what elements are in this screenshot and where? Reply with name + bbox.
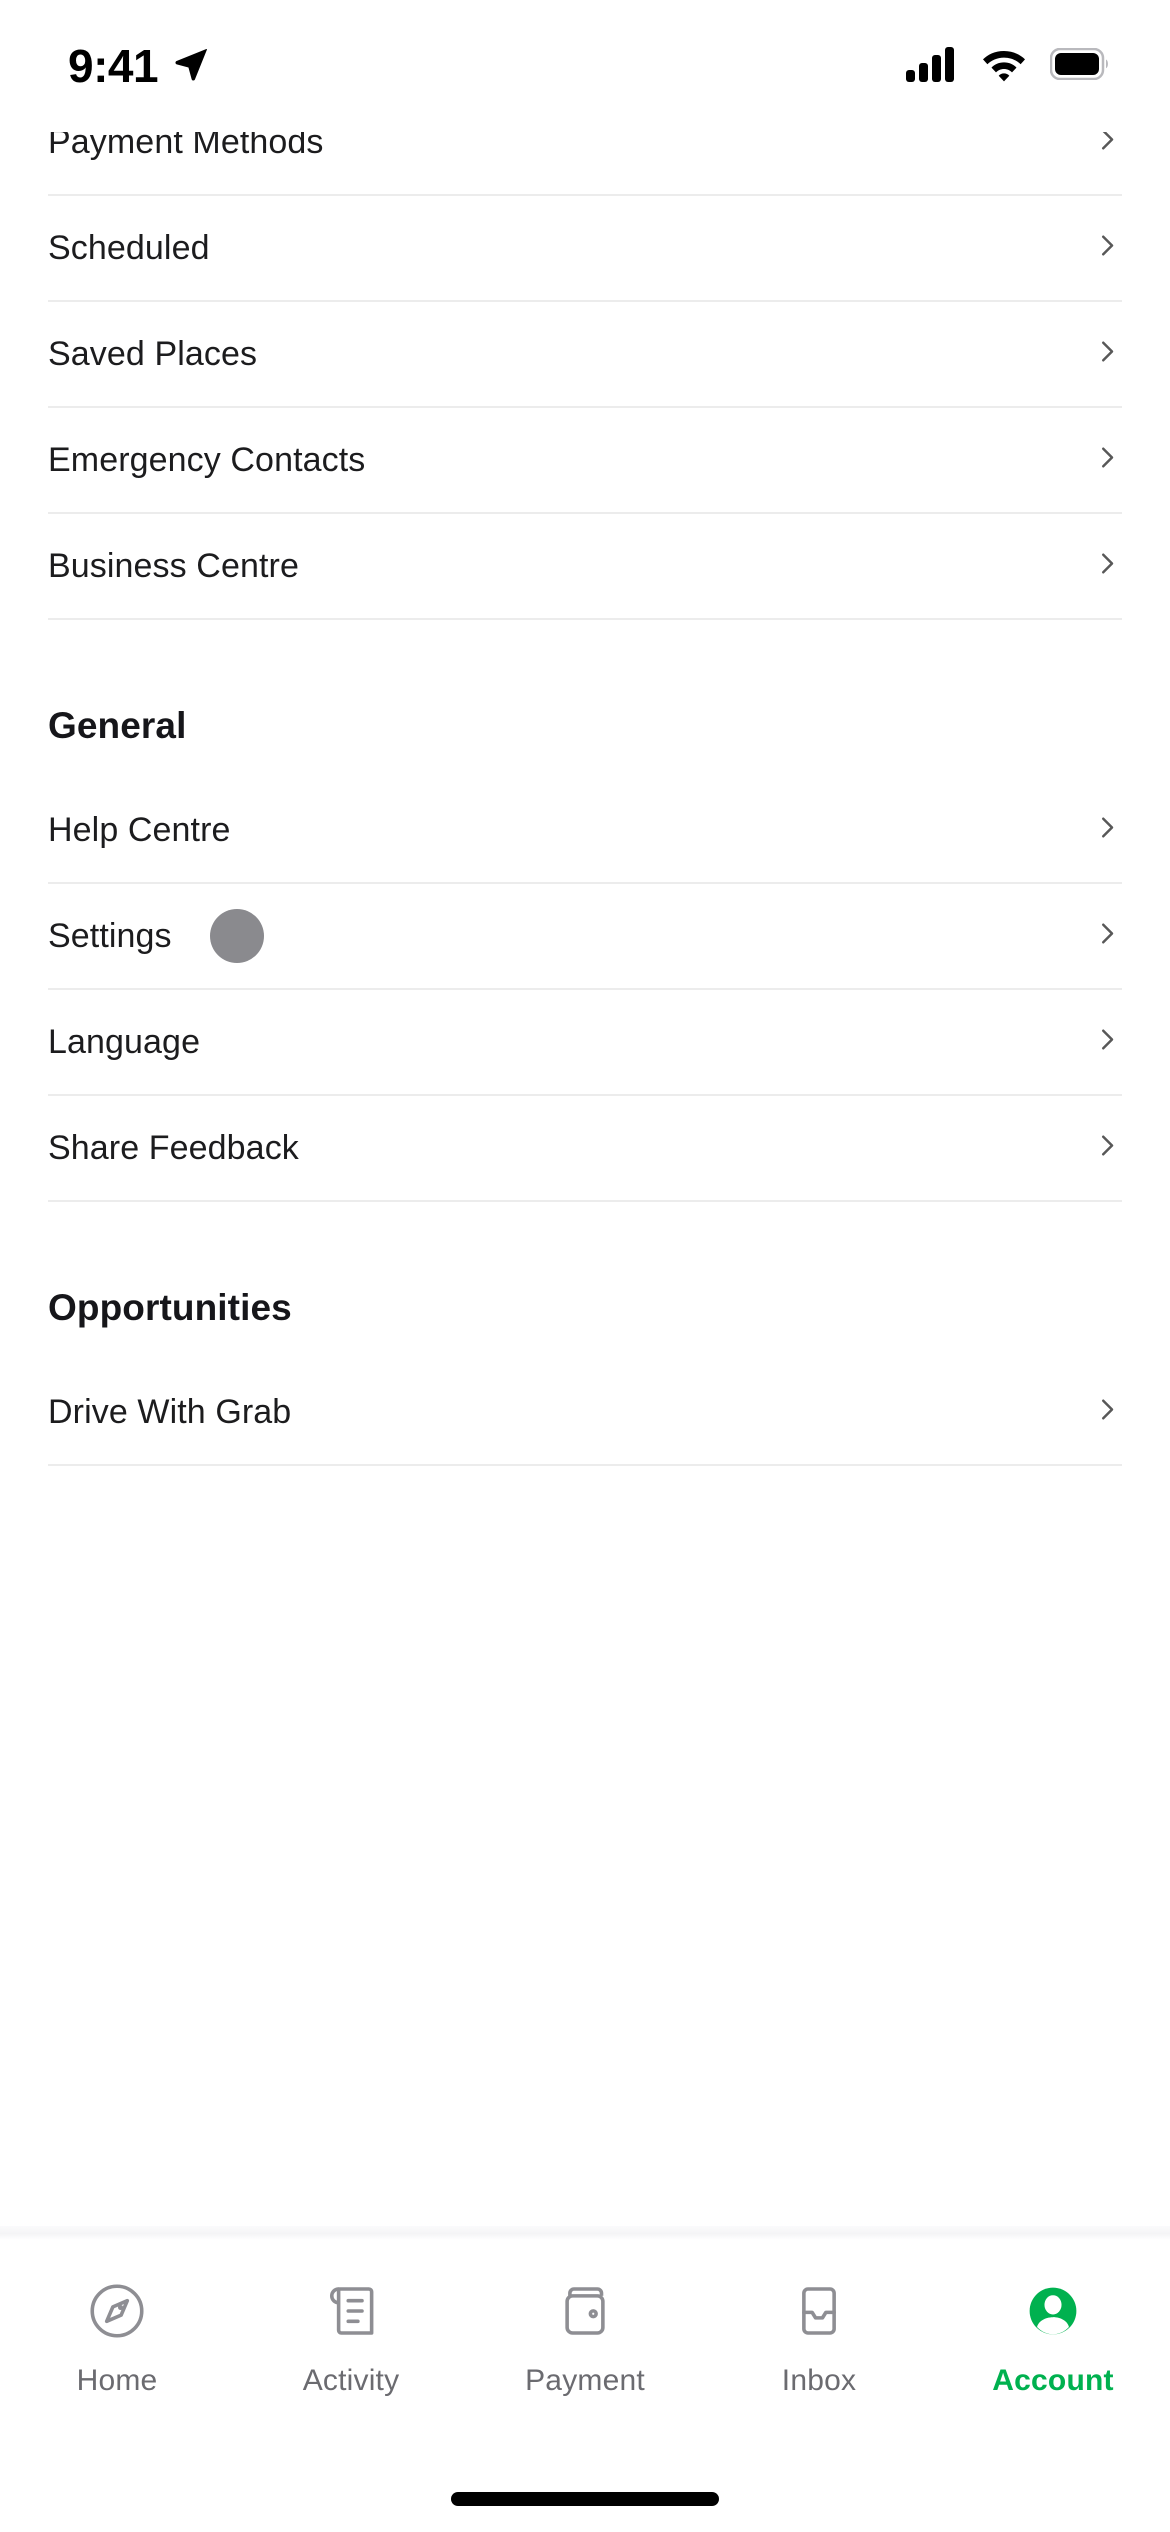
list-item-label: Settings [48,917,172,955]
chevron-right-icon [1092,337,1122,372]
list-item-label: Payment Methods [48,132,324,161]
status-bar-left: 9:41 [68,39,210,93]
list-item-label: Share Feedback [48,1129,299,1167]
list-item-emergency-contacts[interactable]: Emergency Contacts [0,408,1170,512]
compass-icon [84,2274,150,2348]
tab-activity[interactable]: Activity [234,2274,468,2396]
settings-scroll-area[interactable]: Payment Methods Scheduled Saved Places E… [0,132,1170,2240]
status-bar-clock: 9:41 [68,40,159,92]
tab-label: Home [76,2364,158,2397]
tab-account[interactable]: Account [936,2274,1170,2396]
status-bar-right [906,46,1110,87]
chevron-right-icon [1092,443,1122,478]
list-item-label: Drive With Grab [48,1393,292,1431]
list-item-label: Language [48,1023,201,1061]
chevron-right-icon [1092,132,1122,160]
list-item-settings[interactable]: Settings [0,884,1170,988]
inbox-tray-icon [786,2274,852,2348]
section-title: Opportunities [48,1287,292,1328]
tab-payment[interactable]: Payment [468,2274,702,2396]
section-header-general: General [0,620,1170,744]
list-item-saved-places[interactable]: Saved Places [0,302,1170,406]
list-item-label: Emergency Contacts [48,441,366,479]
receipt-icon [318,2274,384,2348]
divider [48,1464,1122,1466]
chevron-right-icon [1092,1131,1122,1166]
chevron-right-icon [1092,549,1122,584]
section-header-opportunities: Opportunities [0,1202,1170,1326]
list-item-label: Saved Places [48,335,258,373]
tab-home[interactable]: Home [0,2274,234,2396]
chevron-right-icon [1092,813,1122,848]
chevron-right-icon [1092,1395,1122,1430]
tabbar-separator [0,2226,1170,2240]
list-item-drive-with-grab[interactable]: Drive With Grab [0,1360,1170,1464]
tab-label: Account [992,2364,1114,2397]
wifi-icon [980,46,1028,87]
list-item-business-centre[interactable]: Business Centre [0,514,1170,618]
home-indicator [451,2492,719,2506]
chevron-right-icon [1092,231,1122,266]
settings-list: Payment Methods Scheduled Saved Places E… [0,132,1170,1466]
chevron-right-icon [1092,919,1122,954]
tab-label: Payment [525,2364,645,2397]
chevron-right-icon [1092,1025,1122,1060]
list-item-label: Help Centre [48,811,231,849]
section-title: General [48,705,187,746]
list-item-label: Scheduled [48,229,210,267]
cellular-signal-icon [906,46,958,87]
settings-badge-dot [209,909,264,963]
list-item-help-centre[interactable]: Help Centre [0,778,1170,882]
account-person-icon [1020,2274,1086,2348]
list-item-payment-methods[interactable]: Payment Methods [0,132,1170,194]
tab-label: Inbox [781,2364,857,2397]
bottom-tab-bar: Home Activity Payment Inbox Account [0,2240,1170,2532]
list-item-label: Business Centre [48,547,299,585]
list-item-share-feedback[interactable]: Share Feedback [0,1096,1170,1200]
tab-label: Activity [302,2364,400,2397]
tab-inbox[interactable]: Inbox [702,2274,936,2396]
wallet-icon [552,2274,618,2348]
status-bar: 9:41 [0,0,1170,132]
list-item-language[interactable]: Language [0,990,1170,1094]
location-arrow-icon [172,45,210,88]
battery-icon [1049,47,1110,85]
list-item-scheduled[interactable]: Scheduled [0,196,1170,300]
